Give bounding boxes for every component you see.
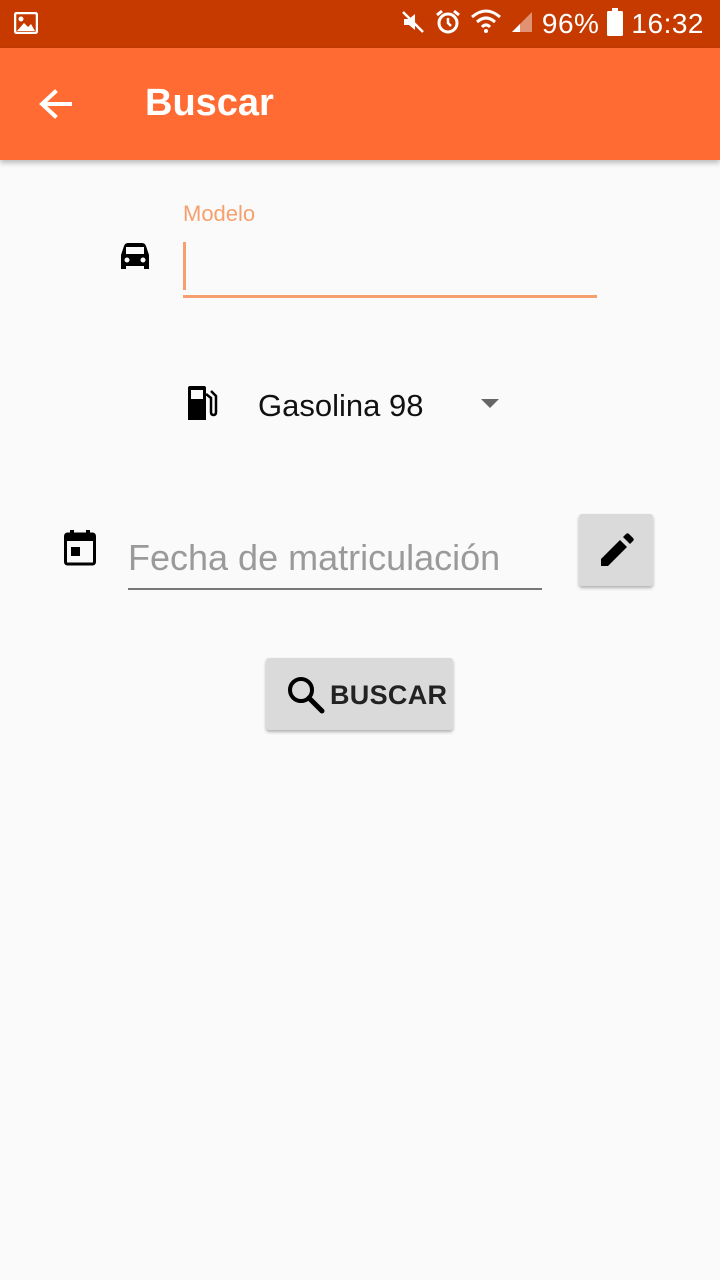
search-button[interactable]: BUSCAR [266,658,453,730]
alarm-icon [434,8,462,41]
mute-icon [400,9,426,40]
app-bar: Buscar [0,48,720,160]
modelo-label: Modelo [183,201,256,226]
text-cursor [183,242,186,290]
arrow-back-icon[interactable] [36,84,76,124]
calendar-icon [64,530,96,571]
fuel-type-spinner[interactable]: Gasolina 98 [250,378,510,432]
battery-percentage: 96% [541,8,600,39]
wifi-icon [470,8,502,41]
battery-icon [607,7,624,41]
status-bar: 96% 16:32 [0,0,720,48]
search-button-label: BUSCAR [330,680,448,710]
edit-date-button[interactable] [579,514,653,586]
search-icon [287,676,325,719]
car-icon [118,242,152,277]
modelo-input[interactable] [183,240,597,298]
fuel-type-selected: Gasolina 98 [258,388,424,423]
signal-icon [510,10,534,39]
page-title: Buscar [145,82,274,124]
gallery-icon [13,11,39,39]
fecha-matriculacion-field[interactable] [128,528,542,590]
pencil-icon [599,532,635,573]
dropdown-arrow-icon [481,399,499,408]
clock: 16:32 [631,8,704,39]
gas-station-icon [186,386,218,425]
